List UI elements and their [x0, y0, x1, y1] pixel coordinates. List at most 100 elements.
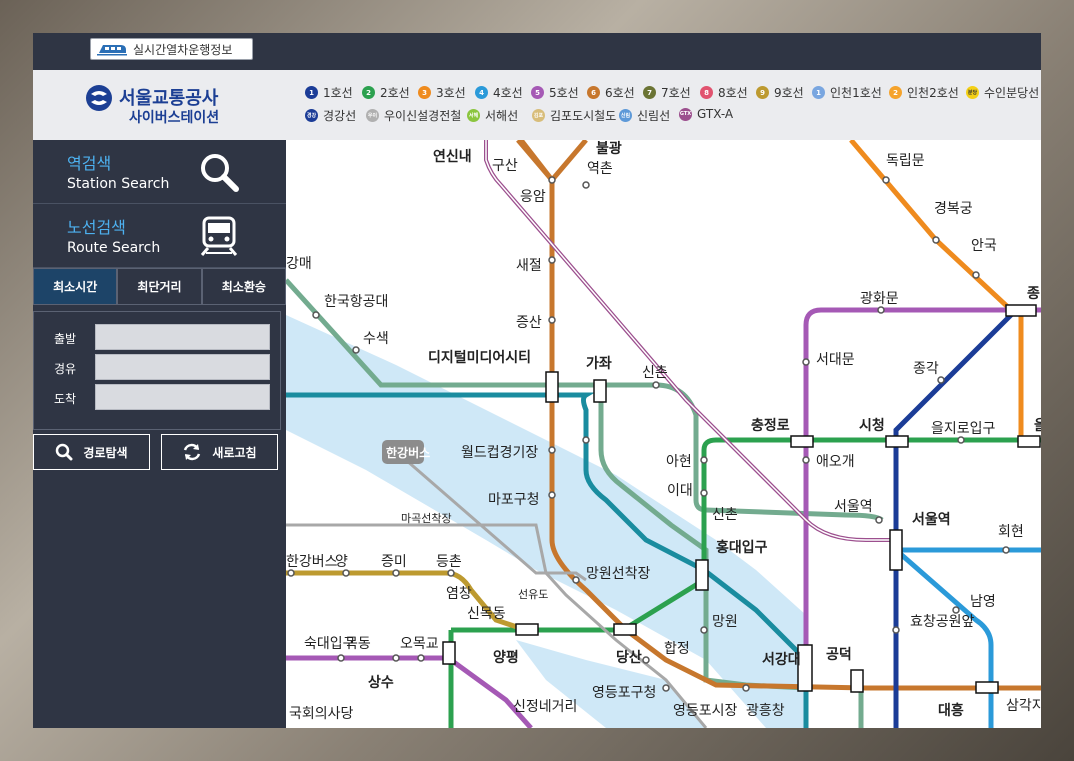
subway-train-icon [200, 216, 238, 256]
station-label: 마곡선착장 [401, 512, 452, 525]
station-label: 남영 [970, 594, 996, 610]
hangang-bus-label: 한강버스 [386, 445, 430, 460]
station-label: 경복궁 [934, 201, 973, 217]
station-label: 양평 [493, 649, 519, 666]
line-badge-icon: 경강 [305, 109, 318, 122]
station-label: 신촌 [712, 507, 738, 523]
route-search-ko: 노선검색 [67, 218, 126, 237]
refresh-button[interactable]: 새로고침 [161, 434, 278, 470]
legend-item-sillim[interactable]: 신림 신림선 [619, 107, 670, 124]
station-label: 아현 [666, 454, 692, 470]
line-badge-icon: 1 [812, 86, 825, 99]
station-label: 강매 [286, 256, 312, 272]
station-label: 서대문 [816, 352, 855, 368]
route-search-button[interactable]: 경로탐색 [33, 434, 150, 470]
station-search-nav[interactable]: 역검색 Station Search [33, 140, 286, 204]
station-label: 마포구청 [488, 492, 540, 508]
arrival-input[interactable] [95, 384, 270, 410]
station-label: 을지로입구 [931, 421, 996, 437]
tab-min-time[interactable]: 최소시간 [33, 268, 118, 305]
legend-item-suin-bundang[interactable]: 분당 수인분당선 [966, 84, 1039, 101]
station-label: 서울역 [834, 499, 873, 515]
station-label: 상수 [368, 675, 394, 691]
tab-shortest-distance[interactable]: 최단거리 [117, 268, 202, 305]
legend-item-line2[interactable]: 2 2호선 [362, 84, 410, 101]
logo[interactable]: 서울교통공사 사이버스테이션 [85, 82, 255, 126]
legend-item-incheon1[interactable]: 1 인천1호선 [812, 84, 882, 101]
legend-item-line4[interactable]: 4 4호선 [475, 84, 523, 101]
legend-item-line9[interactable]: 9 9호선 [756, 84, 804, 101]
legend-item-line8[interactable]: 8 8호선 [700, 84, 748, 101]
line-badge-icon: GTX [679, 107, 692, 121]
arrival-label: 도착 [54, 392, 77, 406]
legend-item-gimpo[interactable]: 김포 김포도시철도 [532, 107, 616, 124]
legend-item-gtx-a[interactable]: GTX GTX-A [679, 107, 733, 121]
line-badge-icon: 우이 [366, 109, 379, 122]
magnifier-icon [56, 443, 73, 461]
station-label: 양 [335, 554, 348, 570]
station-label: 국회의사당 [289, 706, 354, 722]
legend-item-line5[interactable]: 5 5호선 [531, 84, 579, 101]
station-label: 가좌 [586, 356, 612, 372]
route-search-nav[interactable]: 노선검색 Route Search [33, 204, 286, 268]
station-label: 디지털미디어시티 [428, 349, 531, 366]
station-label: 증미 [381, 554, 407, 570]
route-form: 출발 경유 도착 [33, 311, 281, 430]
legend-item-line3[interactable]: 3 3호선 [418, 84, 466, 101]
station-label: 신목동 [467, 606, 506, 622]
line-badge-icon: 3 [418, 86, 431, 99]
legend-item-ui-sinseol[interactable]: 우이 우이신설경전철 [366, 107, 461, 124]
legend-item-seohae[interactable]: 서해 서해선 [467, 107, 518, 124]
station-label: 이대 [667, 483, 693, 499]
station-label: 염창 [446, 586, 472, 602]
station-label: 오목교 [400, 636, 439, 652]
station-label: 영등포시장 [673, 703, 738, 719]
station-label: 삼각지 [1006, 698, 1041, 714]
station-label: 회현 [998, 524, 1024, 540]
station-label: 목동 [345, 636, 371, 652]
station-label: 증산 [516, 315, 542, 331]
departure-row: 출발 [34, 324, 280, 351]
station-label: 효창공원앞 [910, 614, 975, 630]
station-label: 애오개 [816, 454, 855, 470]
station-label: 선유도 [518, 588, 548, 601]
legend-item-line7[interactable]: 7 7호선 [643, 84, 691, 101]
tab-min-transfer[interactable]: 최소환승 [201, 268, 286, 305]
line-badge-icon: 서해 [467, 109, 480, 122]
station-search-en: Station Search [67, 176, 170, 192]
legend-item-line6[interactable]: 6 6호선 [587, 84, 635, 101]
via-row: 경유 [34, 354, 280, 381]
line-badge-icon: 9 [756, 86, 769, 99]
station-label: 합정 [664, 641, 690, 657]
legend-item-line1[interactable]: 1 1호선 [305, 84, 353, 101]
logo-icon [86, 85, 112, 111]
header: 서울교통공사 사이버스테이션 1 1호선 2 2호선 3 3호선 4 4호선 5 5호선 … [33, 70, 1041, 140]
station-label: 공덕 [826, 646, 852, 663]
line-badge-icon: 2 [362, 86, 375, 99]
via-input[interactable] [95, 354, 270, 380]
station-label: 수색 [363, 331, 389, 347]
legend-item-gyeonggang[interactable]: 경강 경강선 [305, 107, 356, 124]
realtime-train-label: 실시간열차운행정보 [133, 42, 233, 57]
subway-map[interactable]: 연신내 구산 응암 불광 역촌 독립문 경복궁 안국 강매 한국항공대 수색 새… [286, 140, 1041, 728]
departure-input[interactable] [95, 324, 270, 350]
route-search-label: 경로탐색 [83, 445, 128, 460]
arrival-row: 도착 [34, 384, 280, 411]
station-label: 등촌 [436, 554, 462, 570]
legend-item-incheon2[interactable]: 2 인천2호선 [889, 84, 959, 101]
station-label: 응암 [520, 189, 546, 205]
search-icon [201, 154, 239, 192]
station-label: 종각 [913, 361, 939, 377]
station-search-ko: 역검색 [67, 154, 112, 173]
station-label: 불광 [596, 140, 622, 157]
hangang-bus-badge[interactable]: 한강버스 [382, 440, 430, 464]
station-label: 을 [1034, 418, 1041, 434]
station-label: 홍대입구 [716, 539, 768, 556]
station-label: 신촌 [642, 365, 668, 381]
realtime-train-button[interactable]: 실시간열차운행정보 [90, 38, 253, 60]
station-label: 한강버스 [286, 554, 338, 570]
line-badge-icon: 7 [643, 86, 656, 99]
train-icon [97, 45, 127, 56]
station-label: 안국 [971, 238, 997, 254]
line-badge-icon: 분당 [966, 86, 979, 99]
